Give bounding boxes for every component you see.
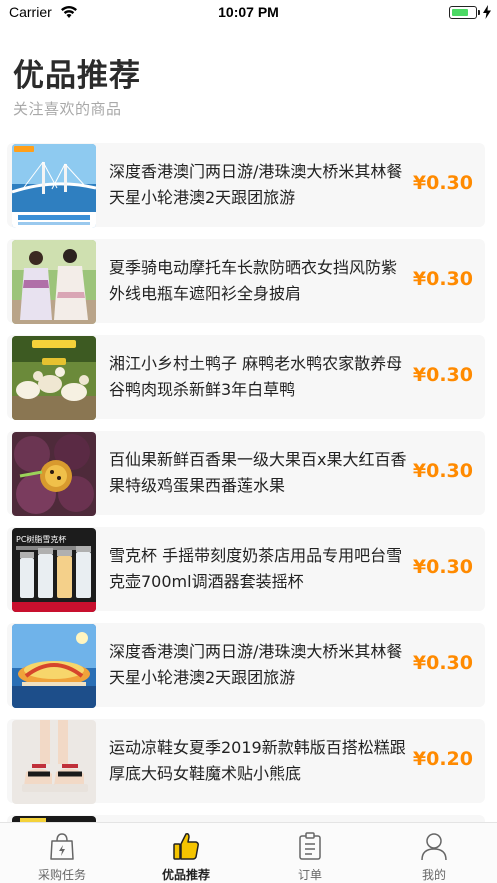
product-image (12, 240, 96, 324)
product-image (12, 624, 96, 708)
tab-label: 采购任务 (37, 868, 86, 882)
product-card[interactable]: 深度香港澳门两日游/港珠澳大桥米其林餐天星小轮港澳2天跟团旅游 ¥0.30 (7, 623, 485, 708)
product-title: 深度香港澳门两日游/港珠澳大桥米其林餐天星小轮港澳2天跟团旅游 (109, 162, 403, 207)
tab-recommended[interactable]: 优品推荐 (124, 823, 248, 883)
thumbs-up-icon (173, 833, 199, 860)
product-price: ¥0.30 (412, 268, 473, 290)
product-card[interactable] (7, 815, 485, 822)
product-image (12, 336, 96, 420)
battery-icon (449, 6, 477, 19)
shopping-bag-icon (50, 833, 74, 860)
product-title: 百仙果新鲜百香果一级大果百x果大红百香果特级鸡蛋果西番莲水果 (109, 450, 407, 495)
tab-profile[interactable]: 我的 (372, 823, 496, 883)
shaker-banner-text: PC树脂雪克杯 (16, 534, 66, 544)
product-title: 夏季骑电动摩托车长款防晒衣女挡风防紫外线电瓶车遮阳衫全身披肩 (109, 258, 398, 303)
page-subtitle: 关注喜欢的商品 (13, 100, 122, 118)
product-price: ¥0.30 (412, 652, 473, 674)
product-list[interactable]: 深度香港澳门两日游/港珠澳大桥米其林餐天星小轮港澳2天跟团旅游 ¥0.30 夏季… (0, 143, 497, 822)
product-image (12, 720, 96, 804)
product-card[interactable]: 深度香港澳门两日游/港珠澳大桥米其林餐天星小轮港澳2天跟团旅游 ¥0.30 (7, 143, 485, 228)
tab-orders[interactable]: 订单 (248, 823, 372, 883)
charging-bolt-icon (483, 5, 491, 19)
clock: 10:07 PM (218, 4, 279, 20)
product-price: ¥0.30 (412, 556, 473, 578)
product-image (12, 432, 96, 516)
product-price: ¥0.30 (412, 460, 473, 482)
tab-bar: 采购任务 优品推荐 订单 我的 (0, 822, 497, 883)
product-price: ¥0.30 (412, 364, 473, 386)
product-title: 湘江小乡村土鸭子 麻鸭老水鸭农家散养母谷鸭肉现杀新鲜3年白草鸭 (109, 354, 403, 399)
tab-purchase-tasks[interactable]: 采购任务 (0, 823, 124, 883)
product-card[interactable]: 湘江小乡村土鸭子 麻鸭老水鸭农家散养母谷鸭肉现杀新鲜3年白草鸭 ¥0.30 (7, 335, 485, 420)
product-card[interactable]: 夏季骑电动摩托车长款防晒衣女挡风防紫外线电瓶车遮阳衫全身披肩 ¥0.30 (7, 239, 485, 324)
clipboard-icon (299, 832, 321, 860)
status-bar: Carrier 10:07 PM (0, 0, 497, 24)
product-card[interactable]: 运动凉鞋女夏季2019新款韩版百搭松糕跟厚底大码女鞋魔术贴小熊底 ¥0.20 (7, 719, 485, 804)
person-icon (421, 833, 447, 861)
product-image (12, 144, 96, 228)
product-title: 运动凉鞋女夏季2019新款韩版百搭松糕跟厚底大码女鞋魔术贴小熊底 (109, 738, 406, 783)
product-price: ¥0.20 (412, 748, 473, 770)
product-price: ¥0.30 (412, 172, 473, 194)
product-title: 深度香港澳门两日游/港珠澳大桥米其林餐天星小轮港澳2天跟团旅游 (109, 642, 403, 687)
battery-level (451, 8, 468, 16)
product-title: 雪克杯 手摇带刻度奶茶店用品专用吧台雪克壶700ml调酒器套装摇杯 (109, 546, 403, 591)
tab-label: 我的 (421, 868, 446, 882)
product-image: PC树脂雪克杯 (12, 528, 96, 612)
battery-tip (478, 10, 480, 15)
page-title: 优品推荐 (13, 58, 141, 94)
product-card[interactable]: PC树脂雪克杯 雪克杯 手摇带刻度奶茶店用品专用吧台雪克壶700ml调酒器套装摇… (7, 527, 485, 612)
tab-label: 优品推荐 (161, 868, 210, 882)
tab-label: 订单 (297, 868, 322, 882)
product-card[interactable]: 百仙果新鲜百香果一级大果百x果大红百香果特级鸡蛋果西番莲水果 ¥0.30 (7, 431, 485, 516)
